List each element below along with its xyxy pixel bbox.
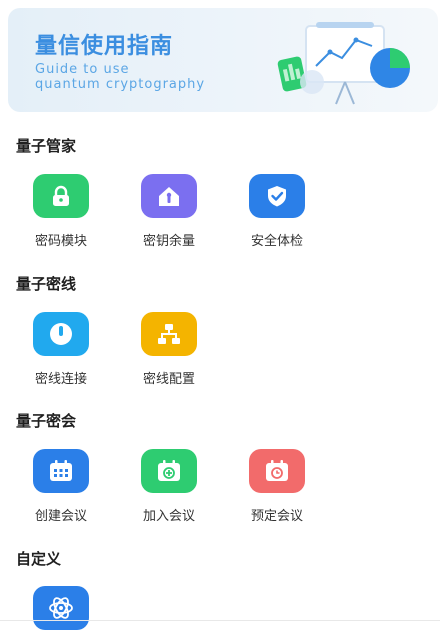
section-title-quantum-meeting: 量子密会 bbox=[16, 412, 77, 430]
shield-check-icon bbox=[249, 174, 305, 218]
presentation-board-illustration bbox=[277, 22, 410, 105]
banner-subtitle-line1: Guide to use bbox=[35, 62, 130, 77]
app-create-meeting[interactable]: 创建会议 bbox=[22, 449, 100, 524]
app-join-meeting[interactable]: 加入会议 bbox=[130, 449, 208, 524]
app-label: 密钥余量 bbox=[142, 234, 195, 249]
calendar-icon bbox=[33, 449, 89, 493]
app-line-connect[interactable]: 密线连接 bbox=[22, 312, 100, 387]
app-label: 密线连接 bbox=[34, 372, 87, 387]
app-security-check[interactable]: 安全体检 bbox=[238, 174, 316, 249]
lock-icon bbox=[33, 174, 89, 218]
app-key-balance[interactable]: 密钥余量 bbox=[130, 174, 208, 249]
app-line-config[interactable]: 密线配置 bbox=[130, 312, 208, 387]
bottom-divider bbox=[0, 620, 440, 621]
banner-subtitle-line2: quantum cryptography bbox=[35, 77, 206, 92]
app-label: 安全体检 bbox=[250, 234, 303, 249]
app-custom-item[interactable] bbox=[22, 586, 100, 630]
power-icon bbox=[33, 312, 89, 356]
banner-title: 量信使用指南 bbox=[35, 34, 174, 59]
app-crypto-module[interactable]: 密码模块 bbox=[22, 174, 100, 249]
banner-subtitle: Guide to use quantum cryptography bbox=[35, 62, 205, 92]
network-icon bbox=[141, 312, 197, 356]
app-schedule-meeting[interactable]: 预定会议 bbox=[238, 449, 316, 524]
app-label: 预定会议 bbox=[250, 509, 303, 524]
calendar-clock-icon bbox=[249, 449, 305, 493]
section-title-custom: 自定义 bbox=[16, 550, 62, 568]
app-label: 密线配置 bbox=[142, 372, 195, 387]
app-label: 密码模块 bbox=[34, 234, 87, 249]
calendar-plus-icon bbox=[141, 449, 197, 493]
section-title-quantum-butler: 量子管家 bbox=[16, 137, 77, 155]
app-label: 加入会议 bbox=[142, 509, 195, 524]
guide-banner[interactable]: 量信使用指南 Guide to use quantum cryptography bbox=[8, 8, 438, 112]
key-house-icon bbox=[141, 174, 197, 218]
section-title-quantum-line: 量子密线 bbox=[16, 275, 77, 293]
atom-icon bbox=[33, 586, 89, 630]
app-label: 创建会议 bbox=[34, 509, 87, 524]
